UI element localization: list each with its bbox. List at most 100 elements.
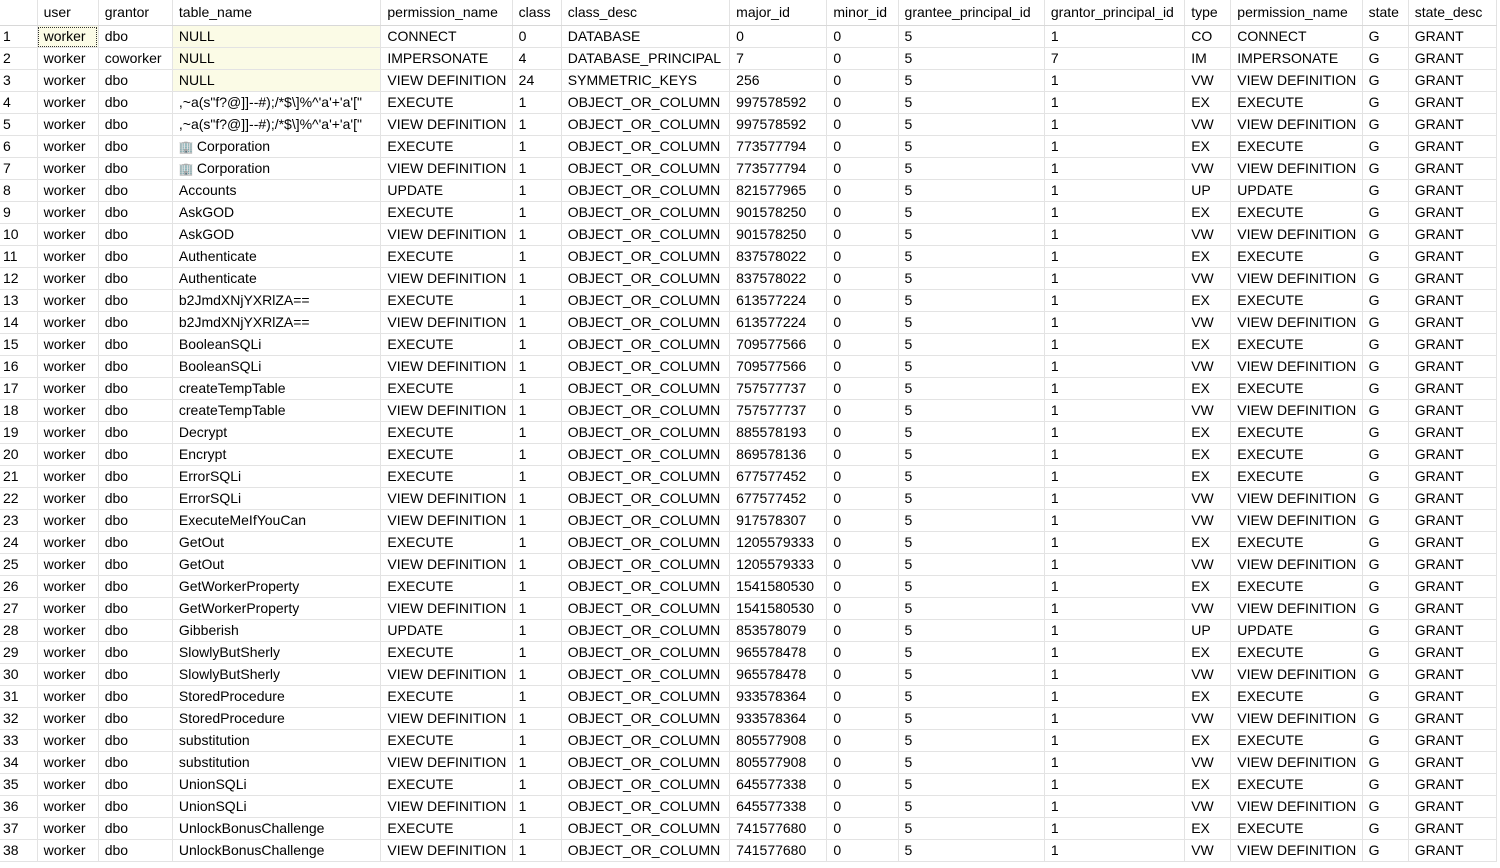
grid-cell[interactable]: BooleanSQLi — [172, 355, 382, 378]
grid-cell[interactable]: 5 — [898, 751, 1045, 774]
grid-cell[interactable]: UPDATE — [380, 179, 513, 202]
grid-cell[interactable]: 1 — [1044, 707, 1186, 730]
grid-cell[interactable]: dbo — [98, 575, 173, 598]
grid-cell[interactable]: 0 — [826, 729, 899, 752]
table-row[interactable]: 35 worker dbo UnionSQLi EXECUTE 1 OBJECT_OR_CO… — [0, 773, 1498, 796]
grid-cell[interactable]: IM — [1184, 47, 1232, 70]
grid-cell[interactable]: SlowlyButSherly — [172, 663, 382, 686]
grid-cell[interactable]: 1 — [1044, 135, 1186, 158]
grid-cell[interactable]: GRANT — [1408, 707, 1498, 730]
grid-cell[interactable]: GRANT — [1408, 113, 1498, 136]
grid-cell[interactable]: G — [1362, 575, 1409, 598]
grid-cell[interactable]: EXECUTE — [1230, 729, 1363, 752]
row-number[interactable]: 25 — [0, 553, 38, 576]
grid-cell[interactable]: EX — [1184, 135, 1232, 158]
table-row[interactable]: 15 worker dbo BooleanSQLi EXECUTE 1 OBJECT_OR_… — [0, 333, 1498, 356]
row-number[interactable]: 16 — [0, 355, 38, 378]
grid-cell[interactable]: G — [1362, 773, 1409, 796]
table-row[interactable]: 22 worker dbo ErrorSQLi VIEW DEFINITION 1 OBJE… — [0, 487, 1498, 510]
grid-cell[interactable]: 5 — [898, 553, 1045, 576]
table-row[interactable]: 21 worker dbo ErrorSQLi EXECUTE 1 OBJECT_OR_CO… — [0, 465, 1498, 488]
grid-cell[interactable]: VIEW DEFINITION — [1230, 399, 1363, 422]
row-number[interactable]: 32 — [0, 707, 38, 730]
grid-cell[interactable]: 677577452 — [729, 487, 828, 510]
grid-cell[interactable]: 997578592 — [729, 91, 828, 114]
table-row[interactable]: 16 worker dbo BooleanSQLi VIEW DEFINITION 1 OB… — [0, 355, 1498, 378]
grid-cell[interactable]: 1 — [1044, 663, 1186, 686]
grid-cell[interactable]: G — [1362, 267, 1409, 290]
grid-cell[interactable]: GRANT — [1408, 773, 1498, 796]
grid-cell[interactable]: ,~a(s"f?@]]--#);/*$\]%^'a'+'a'[" — [172, 113, 382, 136]
grid-cell[interactable]: VIEW DEFINITION — [380, 707, 513, 730]
grid-cell[interactable]: 1 — [1044, 751, 1186, 774]
grid-cell[interactable]: 1 — [1044, 179, 1186, 202]
grid-cell[interactable]: VIEW DEFINITION — [380, 487, 513, 510]
table-row[interactable]: 19 worker dbo Decrypt EXECUTE 1 OBJECT_OR_COLU… — [0, 421, 1498, 444]
grid-cell[interactable]: OBJECT_OR_COLUMN — [561, 333, 731, 356]
grid-cell[interactable]: EXECUTE — [380, 135, 513, 158]
grid-cell[interactable]: GRANT — [1408, 223, 1498, 246]
grid-cell[interactable]: VIEW DEFINITION — [380, 113, 513, 136]
grid-cell[interactable]: worker — [37, 245, 99, 268]
grid-cell[interactable]: EXECUTE — [380, 333, 513, 356]
grid-cell[interactable]: dbo — [98, 465, 173, 488]
grid-cell[interactable]: 901578250 — [729, 223, 828, 246]
grid-cell[interactable]: G — [1362, 663, 1409, 686]
grid-cell[interactable]: 1 — [1044, 91, 1186, 114]
grid-cell[interactable]: 1 — [512, 465, 562, 488]
row-number[interactable]: 3 — [0, 69, 38, 92]
row-number[interactable]: 1 — [0, 25, 38, 48]
grid-cell[interactable]: 1 — [1044, 641, 1186, 664]
column-header-grantee-principal-id[interactable]: grantee_principal_id — [898, 0, 1045, 26]
grid-cell[interactable]: EXECUTE — [380, 377, 513, 400]
grid-cell[interactable]: 1 — [512, 575, 562, 598]
grid-cell[interactable]: 1 — [512, 135, 562, 158]
grid-cell[interactable]: 1 — [512, 817, 562, 840]
grid-cell[interactable]: ErrorSQLi — [172, 465, 382, 488]
grid-cell[interactable]: VW — [1184, 113, 1232, 136]
grid-cell[interactable]: dbo — [98, 817, 173, 840]
grid-cell[interactable]: 1 — [512, 487, 562, 510]
grid-cell[interactable]: G — [1362, 619, 1409, 642]
grid-cell[interactable]: dbo — [98, 377, 173, 400]
grid-cell[interactable]: GRANT — [1408, 751, 1498, 774]
grid-cell[interactable]: VIEW DEFINITION — [1230, 223, 1363, 246]
grid-cell[interactable]: VIEW DEFINITION — [1230, 597, 1363, 620]
grid-cell[interactable]: G — [1362, 729, 1409, 752]
grid-cell[interactable]: EXECUTE — [1230, 201, 1363, 224]
grid-cell[interactable]: G — [1362, 179, 1409, 202]
grid-cell[interactable]: dbo — [98, 421, 173, 444]
grid-cell[interactable]: dbo — [98, 113, 173, 136]
grid-cell[interactable]: 677577452 — [729, 465, 828, 488]
grid-cell[interactable]: 613577224 — [729, 311, 828, 334]
column-header-class-desc[interactable]: class_desc — [561, 0, 731, 26]
grid-cell[interactable]: AskGOD — [172, 223, 382, 246]
grid-cell[interactable]: UnlockBonusChallenge — [172, 817, 382, 840]
grid-cell[interactable]: ,~a(s"f?@]]--#);/*$\]%^'a'+'a'[" — [172, 91, 382, 114]
grid-cell[interactable]: GRANT — [1408, 575, 1498, 598]
grid-cell[interactable]: dbo — [98, 729, 173, 752]
grid-cell[interactable]: worker — [37, 729, 99, 752]
grid-cell[interactable]: VW — [1184, 663, 1232, 686]
grid-cell[interactable]: dbo — [98, 289, 173, 312]
grid-cell[interactable]: GRANT — [1408, 179, 1498, 202]
column-header-state-desc[interactable]: state_desc — [1408, 0, 1498, 26]
grid-cell[interactable]: 24 — [512, 69, 562, 92]
grid-cell[interactable]: 757577737 — [729, 377, 828, 400]
grid-cell[interactable]: worker — [37, 377, 99, 400]
grid-cell[interactable]: EX — [1184, 465, 1232, 488]
grid-cell[interactable]: GRANT — [1408, 69, 1498, 92]
grid-cell[interactable]: dbo — [98, 399, 173, 422]
grid-cell[interactable]: G — [1362, 641, 1409, 664]
grid-cell[interactable]: DATABASE — [561, 25, 731, 48]
grid-cell[interactable]: 997578592 — [729, 113, 828, 136]
grid-cell[interactable]: worker — [37, 663, 99, 686]
row-number[interactable]: 20 — [0, 443, 38, 466]
grid-cell[interactable]: 5 — [898, 685, 1045, 708]
grid-cell[interactable]: dbo — [98, 597, 173, 620]
grid-cell[interactable]: OBJECT_OR_COLUMN — [561, 157, 731, 180]
row-number[interactable]: 11 — [0, 245, 38, 268]
grid-cell[interactable]: 1 — [512, 597, 562, 620]
grid-cell[interactable]: IMPERSONATE — [380, 47, 513, 70]
grid-cell[interactable]: OBJECT_OR_COLUMN — [561, 355, 731, 378]
